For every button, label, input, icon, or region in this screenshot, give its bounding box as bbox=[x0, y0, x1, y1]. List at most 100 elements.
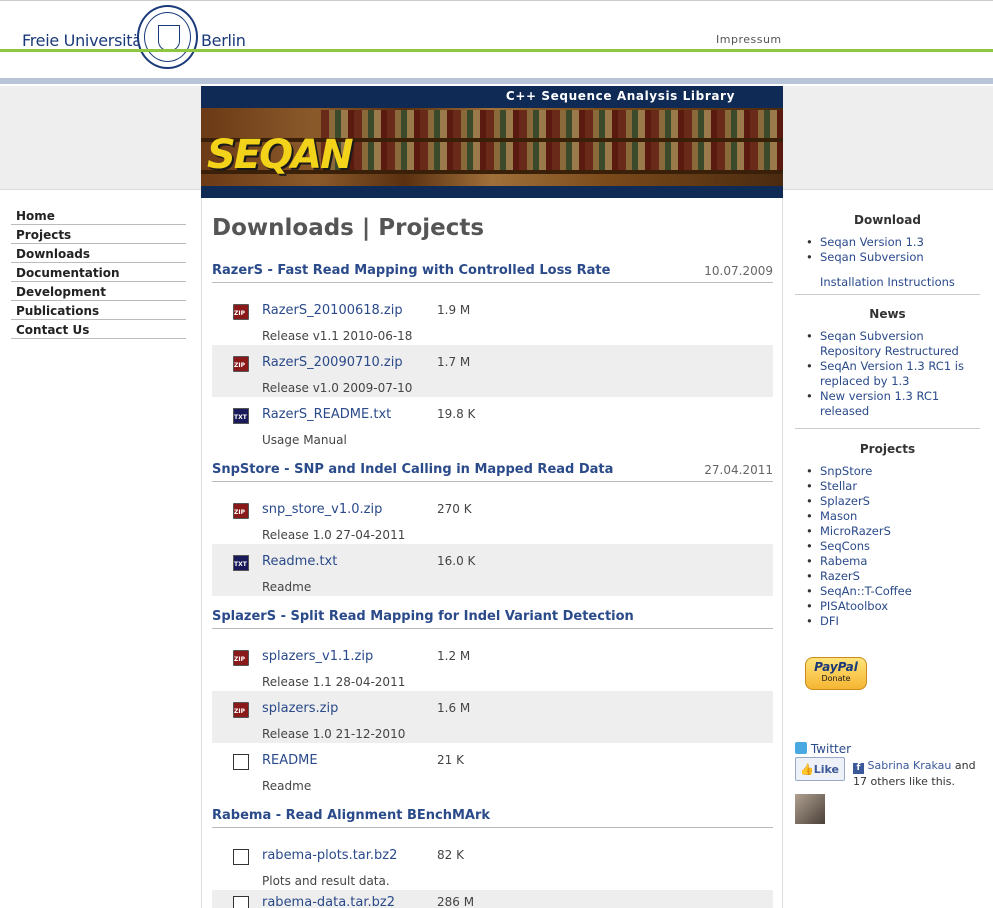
seqan-banner[interactable]: C++ Sequence Analysis Library SEQAN bbox=[201, 86, 783, 198]
twitter-link[interactable]: Twitter bbox=[795, 742, 851, 756]
file-description: Release 1.0 21-12-2010 bbox=[262, 727, 406, 741]
project-item[interactable]: SplazerS bbox=[806, 494, 980, 509]
seqan-logo: SEQAN bbox=[207, 132, 354, 178]
file-link[interactable]: README bbox=[262, 753, 318, 768]
project-title[interactable]: SplazerS - Split Read Mapping for Indel … bbox=[212, 609, 634, 624]
project-item[interactable]: MicroRazerS bbox=[806, 524, 980, 539]
file-description: Release v1.0 2009-07-10 bbox=[262, 381, 413, 395]
document-icon bbox=[233, 849, 249, 865]
file-link[interactable]: snp_store_v1.0.zip bbox=[262, 502, 382, 517]
project-item[interactable]: Stellar bbox=[806, 479, 980, 494]
project-header-snpstore: SnpStore - SNP and Indel Calling in Mapp… bbox=[212, 462, 773, 482]
file-description: Release 1.1 28-04-2011 bbox=[262, 675, 406, 689]
project-item[interactable]: RazerS bbox=[806, 569, 980, 584]
file-link[interactable]: RazerS_20100618.zip bbox=[262, 303, 403, 318]
projects-list: SnpStore Stellar SplazerS Mason MicroRaz… bbox=[795, 464, 980, 629]
avatar[interactable] bbox=[795, 794, 825, 824]
download-heading: Download bbox=[854, 213, 921, 227]
document-icon bbox=[233, 896, 249, 908]
txt-icon bbox=[233, 555, 249, 571]
file-size: 270 K bbox=[437, 502, 472, 516]
file-link[interactable]: RazerS_20090710.zip bbox=[262, 355, 403, 370]
download-item[interactable]: Seqan Subversion bbox=[806, 250, 980, 265]
nav-projects[interactable]: Projects bbox=[11, 225, 186, 244]
news-item[interactable]: SeqAn Version 1.3 RC1 is replaced by 1.3 bbox=[806, 359, 980, 389]
twitter-label: Twitter bbox=[810, 742, 852, 756]
university-name-left[interactable]: Freie Universität bbox=[22, 31, 148, 50]
file-row: RazerS_20090710.zip 1.7 M Release v1.0 2… bbox=[212, 345, 773, 397]
nav-documentation[interactable]: Documentation bbox=[11, 263, 186, 282]
zip-icon bbox=[233, 702, 249, 718]
file-link[interactable]: Readme.txt bbox=[262, 554, 337, 569]
file-link[interactable]: splazers_v1.1.zip bbox=[262, 649, 373, 664]
news-heading: News bbox=[869, 307, 906, 321]
project-item[interactable]: PISAtoolbox bbox=[806, 599, 980, 614]
file-size: 21 K bbox=[437, 753, 464, 767]
project-item[interactable]: Mason bbox=[806, 509, 980, 524]
file-description: Release v1.1 2010-06-18 bbox=[262, 329, 413, 343]
impressum-link[interactable]: Impressum bbox=[716, 33, 782, 46]
txt-icon bbox=[233, 408, 249, 424]
nav-publications[interactable]: Publications bbox=[11, 301, 186, 320]
file-size: 16.0 K bbox=[437, 554, 476, 568]
twitter-icon bbox=[795, 742, 807, 754]
file-link[interactable]: rabema-data.tar.bz2 bbox=[262, 895, 395, 908]
file-row: snp_store_v1.0.zip 270 K Release 1.0 27-… bbox=[212, 492, 773, 544]
project-item[interactable]: SeqCons bbox=[806, 539, 980, 554]
project-item[interactable]: SeqAn::T-Coffee bbox=[806, 584, 980, 599]
file-size: 1.7 M bbox=[437, 355, 471, 369]
file-row: Readme.txt 16.0 K Readme bbox=[212, 544, 773, 596]
zip-icon bbox=[233, 304, 249, 320]
university-seal-icon[interactable] bbox=[137, 5, 198, 69]
file-link[interactable]: splazers.zip bbox=[262, 701, 338, 716]
projects-heading: Projects bbox=[859, 442, 916, 456]
news-item[interactable]: Seqan Subversion Repository Restructured bbox=[806, 329, 980, 359]
news-item[interactable]: New version 1.3 RC1 released bbox=[806, 389, 980, 419]
facebook-like-button[interactable]: 👍Like bbox=[795, 757, 845, 781]
file-size: 1.6 M bbox=[437, 701, 471, 715]
installation-link[interactable]: Installation Instructions bbox=[795, 275, 980, 289]
file-description: Usage Manual bbox=[262, 433, 347, 447]
project-header-razers: RazerS - Fast Read Mapping with Controll… bbox=[212, 263, 773, 283]
header-rule bbox=[0, 49, 993, 52]
donate-label: Donate bbox=[821, 674, 851, 683]
paypal-donate-button[interactable]: PayPal Donate bbox=[805, 657, 867, 690]
project-title[interactable]: Rabema - Read Alignment BEnchMArk bbox=[212, 808, 490, 823]
file-row: splazers.zip 1.6 M Release 1.0 21-12-201… bbox=[212, 691, 773, 743]
nav-home[interactable]: Home bbox=[11, 206, 186, 225]
project-title[interactable]: SnpStore - SNP and Indel Calling in Mapp… bbox=[212, 462, 613, 477]
file-description: Release 1.0 27-04-2011 bbox=[262, 528, 406, 542]
zip-icon bbox=[233, 503, 249, 519]
project-header-splazers: SplazerS - Split Read Mapping for Indel … bbox=[212, 609, 773, 629]
file-size: 1.2 M bbox=[437, 649, 471, 663]
file-size: 19.8 K bbox=[437, 407, 476, 421]
file-row: rabema-data.tar.bz2 286 M bbox=[212, 890, 773, 908]
nav-development[interactable]: Development bbox=[11, 282, 186, 301]
file-link[interactable]: rabema-plots.tar.bz2 bbox=[262, 848, 397, 863]
file-row: RazerS_README.txt 19.8 K Usage Manual bbox=[212, 397, 773, 449]
paypal-logo: PayPal bbox=[814, 660, 858, 674]
like-label: Like bbox=[813, 763, 839, 776]
project-item[interactable]: Rabema bbox=[806, 554, 980, 569]
file-row: RazerS_20100618.zip 1.9 M Release v1.1 2… bbox=[212, 293, 773, 345]
nav-contact-us[interactable]: Contact Us bbox=[11, 320, 186, 339]
file-size: 1.9 M bbox=[437, 303, 471, 317]
header-blue-band bbox=[0, 78, 993, 84]
project-item[interactable]: SnpStore bbox=[806, 464, 980, 479]
facebook-user-link[interactable]: Sabrina Krakau bbox=[868, 759, 952, 772]
university-name-right[interactable]: Berlin bbox=[201, 31, 246, 50]
left-nav: Home Projects Downloads Documentation De… bbox=[11, 206, 186, 339]
project-item[interactable]: DFI bbox=[806, 614, 980, 629]
file-row: README 21 K Readme bbox=[212, 743, 773, 795]
project-date: 10.07.2009 bbox=[704, 264, 773, 278]
site-header: Freie Universität Berlin Impressum bbox=[0, 0, 993, 86]
file-link[interactable]: RazerS_README.txt bbox=[262, 407, 391, 422]
document-icon bbox=[233, 754, 249, 770]
project-title[interactable]: RazerS - Fast Read Mapping with Controll… bbox=[212, 263, 610, 278]
facebook-icon: f bbox=[853, 763, 864, 774]
thumbs-up-icon: 👍 bbox=[800, 763, 814, 776]
download-item[interactable]: Seqan Version 1.3 bbox=[806, 235, 980, 250]
file-description: Readme bbox=[262, 779, 312, 793]
nav-downloads[interactable]: Downloads bbox=[11, 244, 186, 263]
file-row: rabema-plots.tar.bz2 82 K Plots and resu… bbox=[212, 838, 773, 890]
